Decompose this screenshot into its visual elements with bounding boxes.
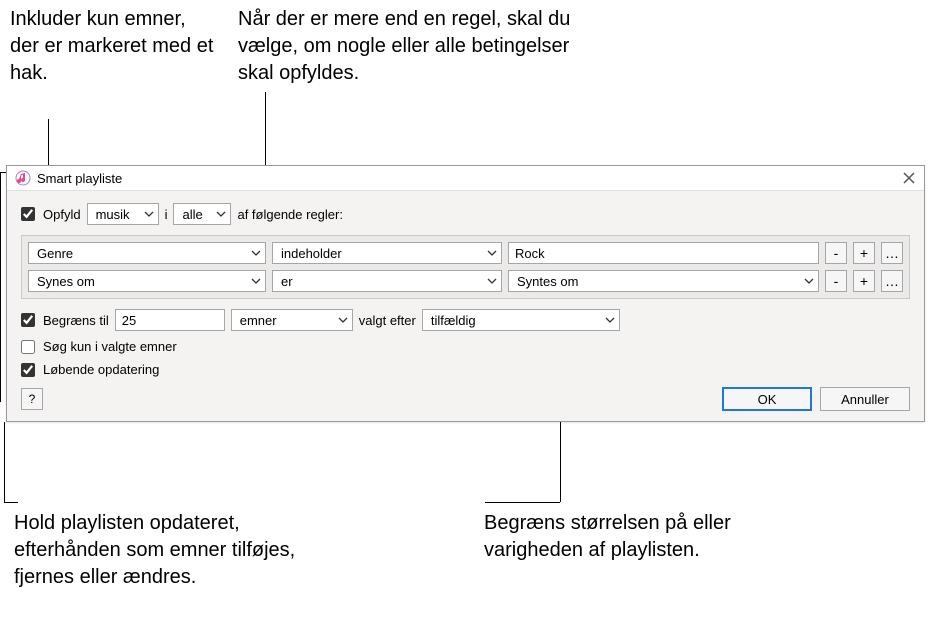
callout-line xyxy=(4,502,18,503)
limit-label: Begræns til xyxy=(43,313,109,328)
match-label: Opfyld xyxy=(43,207,81,222)
rule-operator-value: er xyxy=(281,274,293,289)
chevron-down-icon xyxy=(144,209,154,219)
remove-rule-button[interactable]: - xyxy=(825,270,847,292)
match-connector: i xyxy=(165,207,168,222)
rule-more-button[interactable]: … xyxy=(881,270,903,292)
rule-field-select[interactable]: Synes om xyxy=(28,270,266,292)
callout-top-left: Inkluder kun emner, der er markeret med … xyxy=(10,6,220,87)
rule-value-input[interactable] xyxy=(508,242,819,264)
limit-order-value: tilfældig xyxy=(431,313,476,328)
callout-top-right: Når der er mere end en regel, skal du væ… xyxy=(238,6,598,87)
chevron-down-icon xyxy=(338,315,348,325)
app-icon xyxy=(15,170,31,186)
callout-line xyxy=(4,422,5,502)
limit-order-select[interactable]: tilfældig xyxy=(422,309,620,331)
chevron-down-icon xyxy=(487,248,497,258)
only-checked-row: Søg kun i valgte emner xyxy=(21,339,910,354)
add-rule-button[interactable]: + xyxy=(853,270,875,292)
dialog-content: Opfyld musik i alle af følgende regler: … xyxy=(7,191,924,421)
chevron-down-icon xyxy=(216,209,226,219)
live-update-row: Løbende opdatering xyxy=(21,362,910,377)
rule-row: Genre indeholder - + … xyxy=(28,242,903,264)
titlebar: Smart playliste xyxy=(7,166,924,191)
chevron-down-icon xyxy=(487,276,497,286)
rule-operator-select[interactable]: indeholder xyxy=(272,242,502,264)
chevron-down-icon xyxy=(605,315,615,325)
limit-unit-value: emner xyxy=(240,313,277,328)
only-checked-checkbox[interactable] xyxy=(21,340,35,354)
window-title: Smart playliste xyxy=(37,171,902,186)
rule-value-selected: Syntes om xyxy=(517,274,578,289)
dialog-footer: ? OK Annuller xyxy=(21,387,910,411)
live-update-checkbox[interactable] xyxy=(21,363,35,377)
media-type-select[interactable]: musik xyxy=(87,203,159,225)
only-checked-label: Søg kun i valgte emner xyxy=(43,339,177,354)
limit-amount-input[interactable] xyxy=(115,309,225,331)
match-suffix: af følgende regler: xyxy=(237,207,343,222)
close-icon[interactable] xyxy=(902,171,916,185)
rule-row: Synes om er Syntes om - + … xyxy=(28,270,903,292)
rule-operator-select[interactable]: er xyxy=(272,270,502,292)
chevron-down-icon xyxy=(251,276,261,286)
match-row: Opfyld musik i alle af følgende regler: xyxy=(21,203,910,225)
ok-button[interactable]: OK xyxy=(722,387,812,411)
smart-playlist-dialog: Smart playliste Opfyld musik i alle af f… xyxy=(6,165,925,422)
chevron-down-icon xyxy=(804,276,814,286)
match-mode-select[interactable]: alle xyxy=(173,203,231,225)
chevron-down-icon xyxy=(251,248,261,258)
callout-bottom-right: Begræns størrelsen på eller varigheden a… xyxy=(484,510,744,564)
cancel-button[interactable]: Annuller xyxy=(820,387,910,411)
remove-rule-button[interactable]: - xyxy=(825,242,847,264)
rule-operator-value: indeholder xyxy=(281,246,342,261)
callout-line xyxy=(0,172,1,402)
match-mode-value: alle xyxy=(182,207,202,222)
limit-checkbox[interactable] xyxy=(21,313,35,327)
rules-container: Genre indeholder - + … Synes om xyxy=(21,235,910,299)
match-checkbox[interactable] xyxy=(21,207,35,221)
rule-field-value: Synes om xyxy=(37,274,95,289)
limit-row: Begræns til emner valgt efter tilfældig xyxy=(21,309,910,331)
add-rule-button[interactable]: + xyxy=(853,242,875,264)
rule-value-select[interactable]: Syntes om xyxy=(508,270,819,292)
limit-unit-select[interactable]: emner xyxy=(231,309,353,331)
callout-bottom-left: Hold playlisten opdateret, efterhånden s… xyxy=(14,510,324,591)
callout-line xyxy=(485,502,560,503)
rule-more-button[interactable]: … xyxy=(881,242,903,264)
help-button[interactable]: ? xyxy=(21,388,43,410)
limit-selected-by-label: valgt efter xyxy=(359,313,416,328)
rule-field-select[interactable]: Genre xyxy=(28,242,266,264)
live-update-label: Løbende opdatering xyxy=(43,362,159,377)
media-type-value: musik xyxy=(96,207,130,222)
rule-field-value: Genre xyxy=(37,246,73,261)
